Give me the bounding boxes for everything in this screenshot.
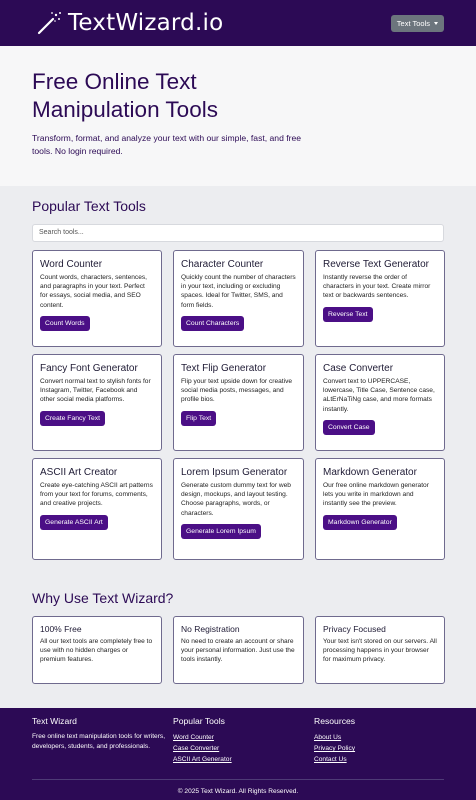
footer-link-contact[interactable]: Contact Us [314,754,444,765]
hero-section: Free Online Text Manipulation Tools Tran… [0,46,476,186]
tool-card-description: Count words, characters, sentences, and … [40,274,148,309]
why-card-description: All our text tools are completely free t… [40,638,153,664]
why-card-description: No need to create an account or share yo… [181,638,295,664]
generate-lorem-ipsum-button[interactable]: Generate Lorem Ipsum [181,523,261,539]
footer-link-about[interactable]: About Us [314,732,444,743]
chevron-down-icon [434,21,438,25]
why-card-description: Your text isn't stored on our servers. A… [323,638,437,664]
brand-name: TextWizard.io [68,10,224,36]
footer-popular-tools: Popular Tools Word Counter Case Converte… [173,716,314,765]
footer-link-word-counter[interactable]: Word Counter [173,732,314,743]
tool-card-description: Convert text to UPPERCASE, lowercase, Ti… [323,378,435,413]
reverse-text-button[interactable]: Reverse Text [323,306,373,322]
convert-case-button[interactable]: Convert Case [323,419,375,435]
tool-card-title: Case Converter [323,363,394,374]
tools-section: Popular Text Tools Search tools... Word … [0,186,476,708]
tool-card-case-converter: Case Converter Convert text to UPPERCASE… [315,354,445,451]
tool-card-text-flip: Text Flip Generator Flip your text upsid… [173,354,304,451]
tool-card-description: Our free online markdown generator lets … [323,482,429,508]
tool-card-description: Flip your text upside down for creative … [181,378,293,404]
tool-card-title: Reverse Text Generator [323,259,429,270]
count-words-button[interactable]: Count Words [40,315,90,331]
tool-card-lorem-ipsum: Lorem Ipsum Generator Generate custom du… [173,458,304,560]
brand-logo[interactable]: TextWizard.io [36,10,223,36]
dropdown-label: Text Tools [396,18,430,28]
hero-title: Free Online Text Manipulation Tools [32,69,218,122]
create-fancy-text-button[interactable]: Create Fancy Text [40,410,106,426]
copyright: © 2025 Text Wizard. All Rights Reserved. [177,788,299,795]
magic-wand-icon [37,12,61,35]
text-tools-dropdown[interactable]: Text Tools [390,14,444,32]
tool-card-ascii-art: ASCII Art Creator Create eye-catching AS… [32,458,162,560]
tool-card-markdown: Markdown Generator Our free online markd… [315,458,445,560]
hero-subtitle: Transform, format, and analyze your text… [32,133,302,156]
why-heading: Why Use Text Wizard? [32,590,174,606]
footer-link-case-converter[interactable]: Case Converter [173,743,314,754]
why-card-title: 100% Free [40,624,82,634]
footer-link-privacy[interactable]: Privacy Policy [314,743,444,754]
footer-about: Text Wizard Free online text manipulatio… [32,716,173,765]
tool-card-description: Convert normal text to stylish fonts for… [40,378,151,404]
tool-card-title: ASCII Art Creator [40,467,118,478]
generate-ascii-art-button[interactable]: Generate ASCII Art [40,514,108,530]
tool-card-character-counter: Character Counter Quickly count the numb… [173,250,304,347]
flip-text-button[interactable]: Flip Text [181,410,217,426]
why-card-privacy: Privacy Focused Your text isn't stored o… [315,616,445,684]
footer-popular-title: Popular Tools [173,716,225,726]
tool-card-description: Quickly count the number of characters i… [181,274,296,309]
footer: Text Wizard Free online text manipulatio… [0,708,476,800]
tool-card-title: Text Flip Generator [181,363,267,374]
why-grid: 100% Free All our text tools are complet… [32,616,445,684]
tool-card-title: Fancy Font Generator [40,363,138,374]
why-card-title: No Registration [181,624,240,634]
tool-card-description: Generate custom dummy text for web desig… [181,482,291,517]
footer-divider [32,779,444,780]
footer-link-ascii-art[interactable]: ASCII Art Generator [173,754,314,765]
tool-card-word-counter: Word Counter Count words, characters, se… [32,250,162,347]
tools-grid: Word Counter Count words, characters, se… [32,250,445,560]
popular-tools-heading: Popular Text Tools [32,198,146,214]
footer-resources-title: Resources [314,716,356,726]
footer-about-title: Text Wizard [32,716,77,726]
navbar: TextWizard.io Text Tools [0,0,476,46]
tool-card-title: Word Counter [40,259,103,270]
tool-card-reverse-text: Reverse Text Generator Instantly reverse… [315,250,445,347]
why-card-no-registration: No Registration No need to create an acc… [173,616,304,684]
search-input[interactable]: Search tools... [32,224,444,242]
tool-card-title: Character Counter [181,259,264,270]
why-card-free: 100% Free All our text tools are complet… [32,616,162,684]
why-card-title: Privacy Focused [323,624,386,634]
markdown-generator-button[interactable]: Markdown Generator [323,514,397,530]
tool-card-fancy-font: Fancy Font Generator Convert normal text… [32,354,162,451]
tool-card-description: Create eye-catching ASCII art patterns f… [40,482,153,508]
tool-card-title: Markdown Generator [323,467,417,478]
count-characters-button[interactable]: Count Characters [181,315,245,331]
tool-card-title: Lorem Ipsum Generator [181,467,288,478]
footer-about-text: Free online text manipulation tools for … [32,733,166,750]
tool-card-description: Instantly reverse the order of character… [323,274,431,300]
footer-resources: Resources About Us Privacy Policy Contac… [314,716,444,765]
